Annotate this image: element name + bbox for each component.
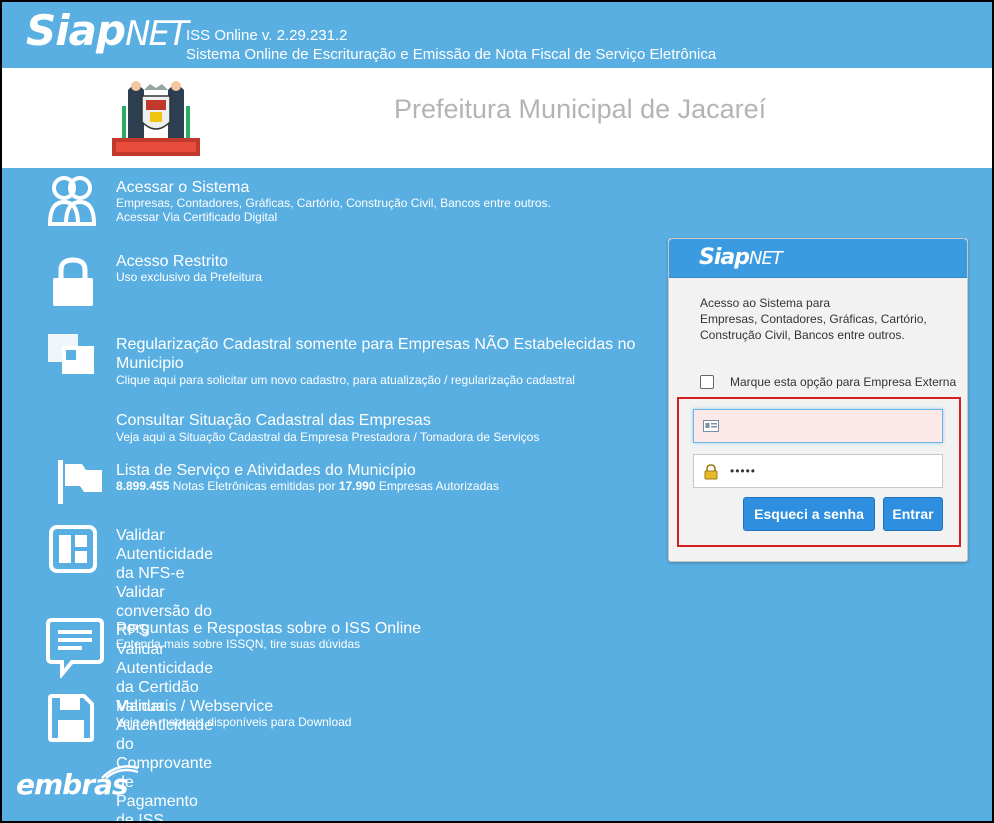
system-description: Sistema Online de Escrituração e Emissão… (186, 46, 717, 63)
username-field[interactable] (693, 409, 943, 443)
company-count: 17.990 (338, 479, 376, 493)
login-header: SiapNET (669, 239, 967, 278)
menu-subtitle: Empresas, Contadores, Gráficas, Cartório… (116, 196, 551, 210)
menu-title[interactable]: Manuais / Webservice (116, 697, 273, 716)
embras-logo: embras (16, 765, 139, 801)
padlock-icon (704, 464, 718, 480)
page: SiapNET ISS Online v. 2.29.231.2 Sistema… (2, 2, 992, 821)
brand-swoosh-icon (101, 765, 139, 779)
menu-title[interactable]: Consultar Situação Cadastral das Empresa… (116, 411, 431, 430)
forgot-password-button[interactable]: Esqueci a senha (743, 497, 875, 531)
menu-title[interactable]: Perguntas e Respostas sobre o ISS Online (116, 619, 421, 638)
squares-icon (48, 334, 94, 374)
layout-icon (49, 525, 97, 573)
flag-icon (58, 460, 102, 504)
menu-subtitle: Entenda mais sobre ISSQN, tire suas dúvi… (116, 637, 361, 651)
menu-title[interactable]: Acesso Restrito (116, 252, 228, 271)
external-company-label: Marque esta opção para Empresa Externa (730, 375, 957, 389)
city-crest-icon (112, 81, 200, 156)
floppy-icon (48, 694, 94, 742)
siapnet-logo: SiapNET (26, 6, 189, 55)
menu-subtitle: Clique aqui para solicitar um novo cadas… (116, 373, 575, 387)
menu-title[interactable]: Regularização Cadastral somente para Emp… (116, 335, 635, 354)
login-logo: SiapNET (699, 245, 783, 270)
users-icon (47, 176, 97, 226)
system-version: ISS Online v. 2.29.231.2 (186, 27, 348, 44)
menu-subtitle: Veja aqui a Situação Cadastral da Empres… (116, 430, 540, 444)
invoice-count: 8.899.455 (116, 479, 170, 493)
top-bar: SiapNET ISS Online v. 2.29.231.2 Sistema… (2, 2, 992, 68)
id-card-icon (703, 420, 719, 432)
certificate-access-link[interactable]: Acessar Via Certificado Digital (116, 210, 277, 225)
menu-title-continued[interactable]: Municipio (116, 354, 184, 373)
login-intro: Acesso ao Sistema para Empresas, Contado… (700, 296, 927, 342)
menu-subtitle: Uso exclusivo da Prefeitura (116, 270, 263, 284)
menu-subtitle: Veja os manuais disponíveis para Downloa… (116, 715, 352, 729)
validate-nfse-link[interactable]: Validar Autenticidade da NFS-e (116, 526, 213, 583)
invoice-stats: 8.899.455 Notas Eletrônicas emitidas por… (116, 479, 499, 493)
password-field[interactable]: ••••• (693, 454, 943, 488)
lock-icon (53, 257, 93, 306)
chat-icon (46, 618, 104, 678)
municipality-banner: Prefeitura Municipal de Jacareí (2, 68, 992, 168)
menu-title[interactable]: Lista de Serviço e Atividades do Municíp… (116, 461, 416, 480)
external-company-checkbox[interactable] (700, 375, 714, 389)
login-panel: SiapNET Acesso ao Sistema para Empresas,… (668, 238, 968, 562)
login-button[interactable]: Entrar (883, 497, 943, 531)
menu-title[interactable]: Acessar o Sistema (116, 178, 249, 197)
municipality-title: Prefeitura Municipal de Jacareí (394, 94, 767, 124)
